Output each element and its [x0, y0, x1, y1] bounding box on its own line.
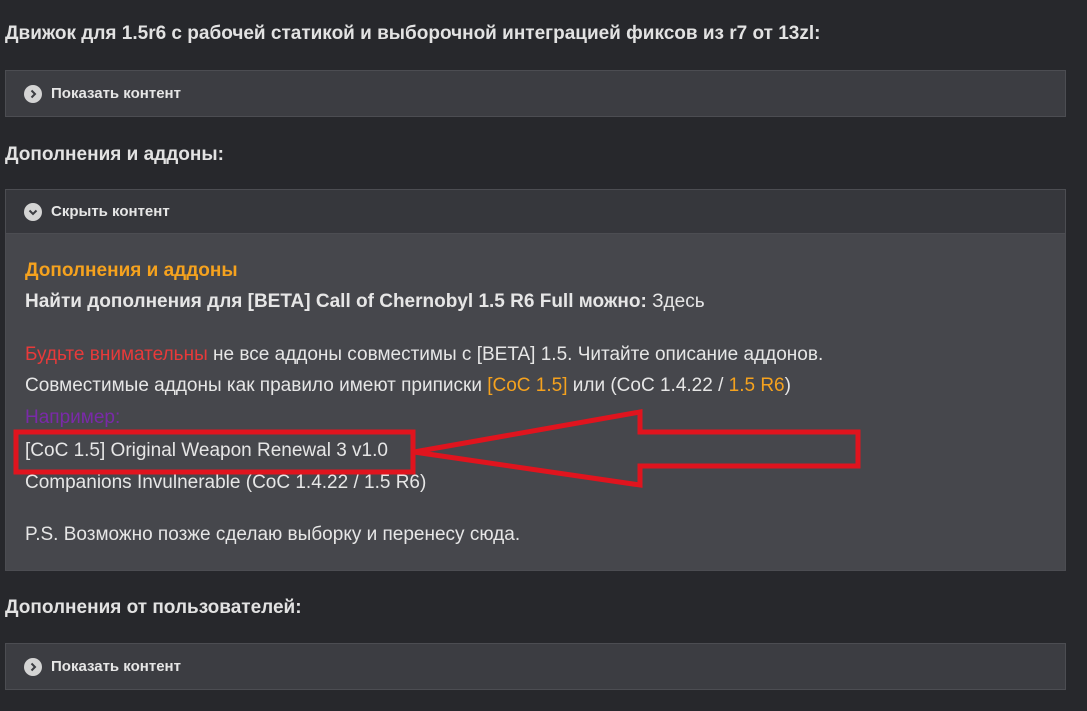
warning-line: Будьте внимательны не все аддоны совмест… — [25, 344, 823, 366]
find-addons-link[interactable]: Здесь — [652, 291, 705, 312]
spoiler-label: Показать контент — [51, 658, 181, 675]
section-heading-addons: Дополнения и аддоны: — [5, 144, 224, 165]
compat-tag-coc15: [CoC 1.5] — [487, 375, 568, 396]
compat-end: ) — [784, 375, 791, 396]
spoiler-user-addons: Показать контент — [5, 643, 1066, 690]
compat-tag-r6: 1.5 R6 — [728, 375, 785, 396]
warning-text: не все аддоны совместимы с [BETA] 1.5. Ч… — [207, 344, 824, 365]
spoiler-label: Скрыть контент — [51, 203, 170, 220]
compat-mid: или (CoC 1.4.22 / — [567, 375, 729, 396]
chevron-right-circle-icon — [24, 657, 42, 676]
spoiler-engine: Показать контент — [5, 70, 1066, 117]
ps-note: P.S. Возможно позже сделаю выборку и пер… — [25, 524, 521, 545]
spoiler-label: Показать контент — [51, 85, 181, 102]
find-addons-text: Найти дополнения для [BETA] Call of Cher… — [25, 291, 647, 312]
compat-line: Совместимые аддоны как правило имеют при… — [25, 375, 791, 397]
chevron-down-circle-icon — [24, 202, 42, 221]
spoiler-toggle-addons[interactable]: Скрыть контент — [6, 190, 1065, 234]
spoiler-toggle-engine[interactable]: Показать контент — [6, 71, 1065, 116]
example-label: Например: — [25, 407, 121, 428]
spoiler-toggle-user-addons[interactable]: Показать контент — [6, 644, 1065, 689]
spoiler-addons: Скрыть контент Дополнения и аддоны Найти… — [5, 189, 1066, 571]
section-heading-engine: Движок для 1.5r6 с рабочей статикой и вы… — [5, 23, 821, 44]
warning-highlight: Будьте внимательны — [25, 344, 208, 365]
compat-text: Совместимые аддоны как правило имеют при… — [25, 375, 488, 396]
content-title: Дополнения и аддоны — [25, 260, 238, 281]
chevron-right-circle-icon — [24, 84, 42, 103]
section-heading-user-addons: Дополнения от пользователей: — [5, 597, 302, 618]
spoiler-content-addons: Дополнения и аддоны Найти дополнения для… — [6, 234, 1065, 570]
example-addon-1[interactable]: [CoC 1.5] Original Weapon Renewal 3 v1.0 — [25, 440, 388, 462]
example-addon-2[interactable]: Companions Invulnerable (CoC 1.4.22 / 1.… — [25, 472, 426, 494]
find-addons-line: Найти дополнения для [BETA] Call of Cher… — [25, 291, 705, 313]
